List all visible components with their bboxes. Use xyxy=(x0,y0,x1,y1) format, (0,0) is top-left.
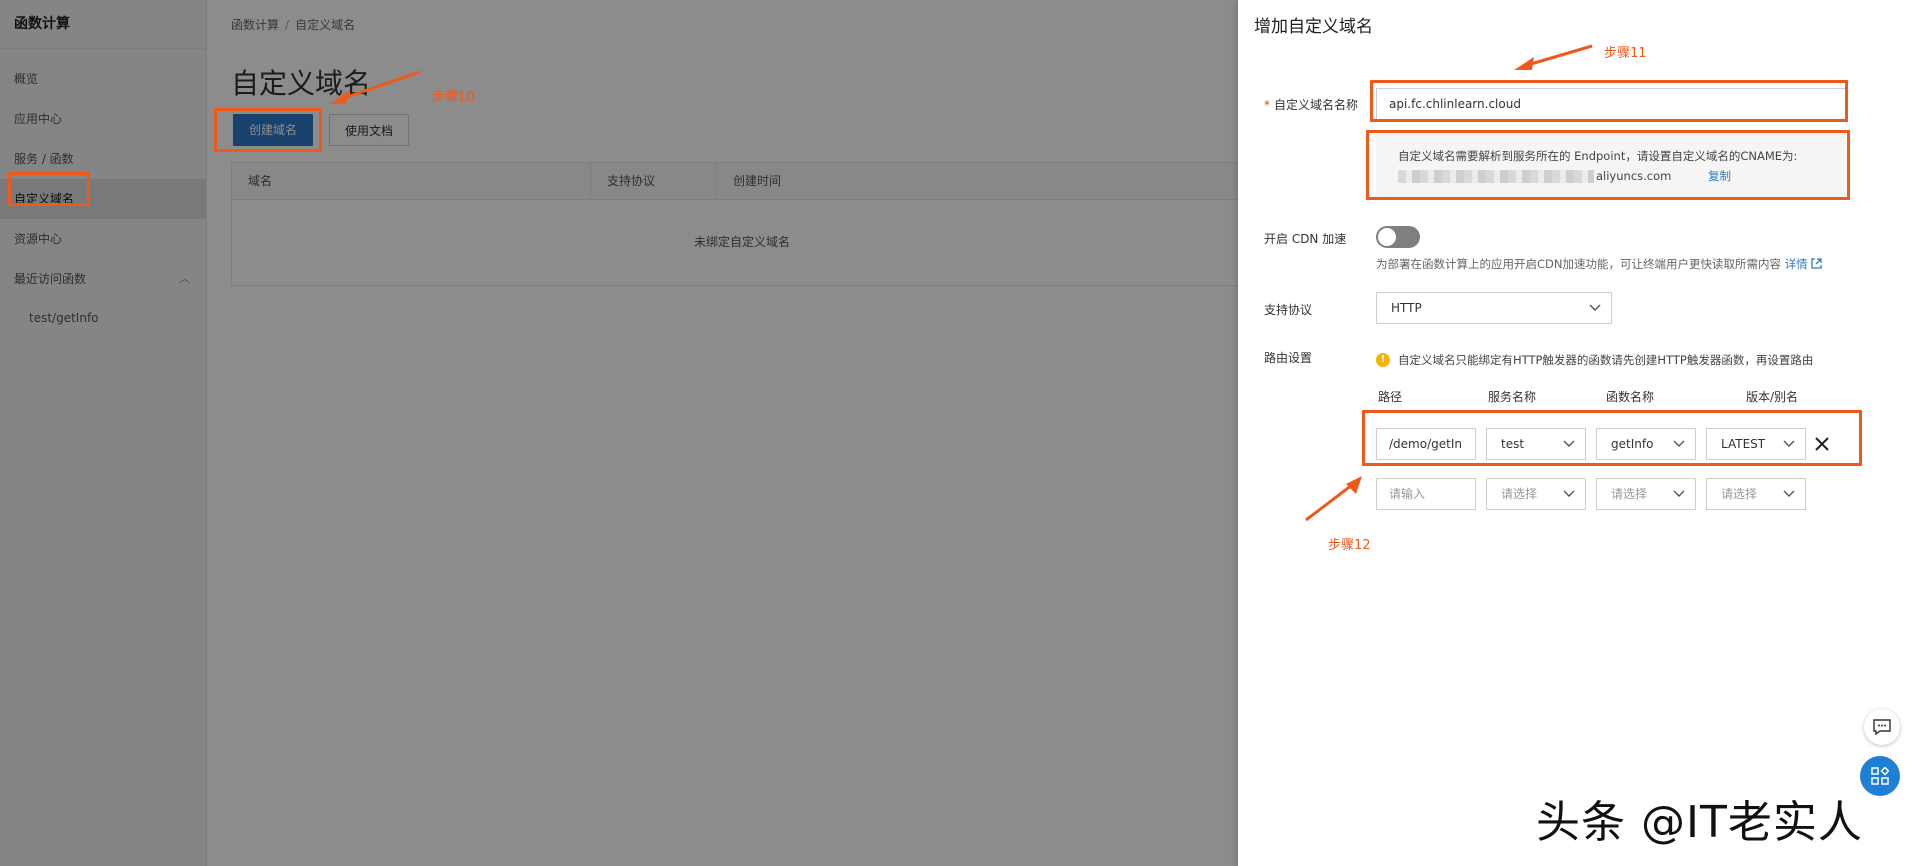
toggle-knob xyxy=(1378,228,1396,246)
route-col-path: 路径 xyxy=(1378,390,1403,404)
cdn-toggle[interactable] xyxy=(1376,226,1420,248)
annotation-box-domain-input xyxy=(1370,80,1848,122)
route-col-version: 版本/别名 xyxy=(1746,390,1799,404)
modal-overlay[interactable] xyxy=(0,0,1238,866)
annotation-box-create-button xyxy=(214,108,322,152)
chevron-down-icon xyxy=(1673,479,1685,498)
external-link-icon xyxy=(1811,258,1822,269)
route-service-placeholder: 请选择 xyxy=(1501,487,1538,501)
cdn-label: 开启 CDN 加速 xyxy=(1264,232,1347,246)
annotation-step10: 步骤10 xyxy=(432,90,475,105)
drawer-title: 增加自定义域名 xyxy=(1254,17,1373,37)
cdn-description: 为部署在函数计算上的应用开启CDN加速功能，可让终端用户更快读取所需内容 详情 xyxy=(1376,256,1822,272)
watermark: 头条 @IT老实人 xyxy=(1536,797,1863,848)
protocol-selected-value: HTTP xyxy=(1391,301,1422,315)
cdn-detail-link[interactable]: 详情 xyxy=(1785,257,1823,271)
protocol-select[interactable]: HTTP xyxy=(1376,292,1612,324)
feedback-button[interactable] xyxy=(1864,709,1900,745)
chevron-down-icon xyxy=(1783,479,1795,498)
route-label: 路由设置 xyxy=(1264,351,1313,365)
route-function-placeholder: 请选择 xyxy=(1611,487,1648,501)
domain-name-label-text: 自定义域名名称 xyxy=(1274,98,1359,112)
route-function-select-new[interactable]: 请选择 xyxy=(1596,478,1696,510)
apps-button[interactable] xyxy=(1860,756,1900,796)
route-version-placeholder: 请选择 xyxy=(1721,487,1758,501)
annotation-step12: 步骤12 xyxy=(1328,538,1371,553)
cdn-description-text: 为部署在函数计算上的应用开启CDN加速功能，可让终端用户更快读取所需内容 xyxy=(1376,257,1781,271)
route-warning: 自定义域名只能绑定有HTTP触发器的函数请先创建HTTP触发器函数，再设置路由 xyxy=(1398,353,1814,367)
annotation-step11: 步骤11 xyxy=(1604,46,1647,61)
cdn-detail-label: 详情 xyxy=(1784,257,1808,271)
annotation-box-sidebar xyxy=(8,172,90,206)
annotation-box-route-row xyxy=(1362,410,1862,466)
warning-icon: ! xyxy=(1376,353,1390,367)
route-col-service: 服务名称 xyxy=(1488,390,1537,404)
chevron-down-icon xyxy=(1563,479,1575,498)
chat-icon xyxy=(1873,719,1891,735)
route-version-select-new[interactable]: 请选择 xyxy=(1706,478,1806,510)
route-col-function: 函数名称 xyxy=(1606,390,1655,404)
required-mark: * xyxy=(1264,98,1270,112)
route-path-input-new[interactable]: 请输入 xyxy=(1376,478,1476,510)
chevron-down-icon xyxy=(1589,293,1601,312)
apps-icon xyxy=(1871,767,1889,785)
route-service-select-new[interactable]: 请选择 xyxy=(1486,478,1586,510)
domain-name-label: * 自定义域名名称 xyxy=(1264,96,1358,113)
annotation-box-cname xyxy=(1366,130,1850,200)
protocol-label: 支持协议 xyxy=(1264,303,1313,317)
